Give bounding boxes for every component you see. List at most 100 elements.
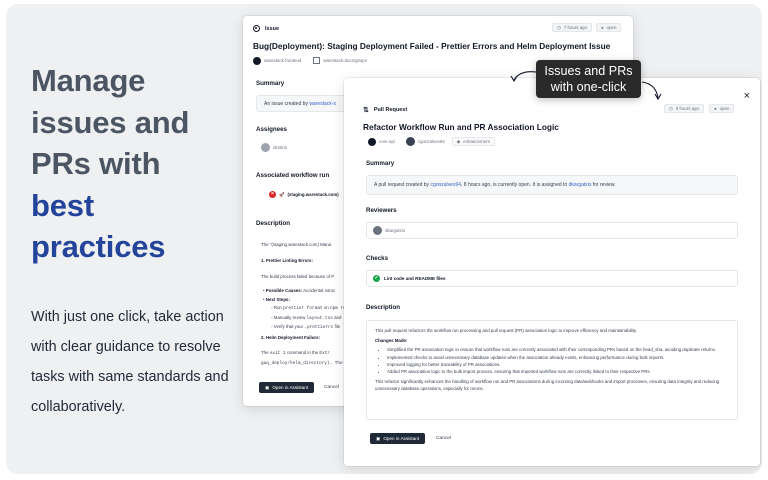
check-row[interactable]: ✓ Lint code and README files <box>366 270 738 287</box>
time-badge: ◷ 9 hours ago <box>664 104 705 113</box>
pr-header: ⇅ Pull Request <box>363 106 407 114</box>
label-name: enhancement <box>463 139 490 144</box>
clock-icon: ◷ <box>669 105 673 111</box>
description-outro: This refactor significantly enhances the… <box>375 379 720 392</box>
status-badge-label: open <box>719 106 730 111</box>
hero-line-accent: practices <box>31 229 166 264</box>
summary-user-link[interactable]: warestack-s <box>309 101 336 107</box>
list-item-text: Run <box>273 305 282 310</box>
workflow-run-item[interactable]: × 🚀 (staging.warestack.com) <box>269 191 339 198</box>
list-item: Added PR association logic to the bulk i… <box>387 368 729 375</box>
open-in-assistant-button[interactable]: ▣ Open in Assistant <box>370 433 426 444</box>
issue-desc-p2-text: The <box>261 350 269 355</box>
org-chip[interactable]: warestack-docs/gitops <box>313 56 367 65</box>
issue-desc-p1: The build process failed because of P <box>261 274 335 279</box>
workflow-run-label: (staging.warestack.com) <box>287 192 339 197</box>
time-badge-label: 9 hours ago <box>675 106 700 111</box>
check-name: Lint code and README files <box>384 276 446 281</box>
feature-callout: Issues and PRs with one-click <box>536 60 641 98</box>
github-icon <box>368 137 376 146</box>
list-item-text: file <box>334 324 341 329</box>
avatar <box>373 226 382 235</box>
reviewer-row: dkargatzis <box>366 222 738 239</box>
list-item: • Possible Causes: Accidental introc <box>263 288 336 293</box>
code-span: .prettierrc <box>304 325 334 330</box>
summary-author-link[interactable]: cgonzalves94 <box>430 182 461 188</box>
list-item: Implemented checks to avoid unnecessary … <box>387 354 729 361</box>
code-span: Extr <box>319 351 330 356</box>
code-span: layout.tsx <box>306 315 333 321</box>
issue-icon <box>253 25 260 32</box>
summary-heading: Summary <box>366 160 395 167</box>
hero-heading: Manage issues and PRs with best practice… <box>31 60 261 268</box>
close-icon[interactable]: × <box>744 90 750 102</box>
cancel-button[interactable]: Cancel <box>436 436 451 441</box>
rocket-icon: 🚀 <box>279 191 285 197</box>
author-chip[interactable]: cgonzalves94 <box>402 137 449 146</box>
issue-desc-h2-text: 2. Helm Deployment Failure: <box>261 335 321 340</box>
avatar <box>261 143 270 152</box>
description-intro: This pull request refactors the workflow… <box>375 328 637 333</box>
callout-line: with one-click <box>550 80 627 94</box>
list-item: ◦ Run prettier format on npm run <box>271 305 349 311</box>
reviewer-name[interactable]: dkargatzis <box>385 228 405 233</box>
list-item: ◦ Manually review layout.tsx and <box>271 314 342 321</box>
issue-title: Bug(Deployment): Staging Deployment Fail… <box>253 41 611 51</box>
description-heading: Description <box>256 220 291 227</box>
summary-assignee-link[interactable]: dkargatzis <box>569 182 592 188</box>
repo-chip[interactable]: core-api <box>364 137 399 146</box>
description-box: This pull request refactors the workflow… <box>366 320 738 420</box>
assignee-chip[interactable]: dimitris <box>261 143 287 152</box>
open-in-assistant-label: Open in Assistant <box>383 436 420 441</box>
callout-line: Issues and PRs <box>544 64 633 78</box>
issue-desc-intro: The "(staging.warestack.com) Mana <box>261 242 332 247</box>
time-badge-label: 7 hours ago <box>563 25 588 30</box>
avatar <box>405 137 415 146</box>
hero-subtitle: With just one click, take action with cl… <box>31 309 229 415</box>
repo-chip[interactable]: warestack-frontend <box>253 56 301 65</box>
open-in-assistant-button[interactable]: ▣ Open in Assistant <box>259 382 315 393</box>
issue-desc-p2-text: command in the <box>286 350 319 355</box>
org-name: warestack-docs/gitops <box>323 58 367 63</box>
issue-header: Issue <box>253 25 279 32</box>
check-circle-icon: ✓ <box>373 275 380 282</box>
hero-line-accent: best <box>31 187 94 223</box>
reviewers-heading: Reviewers <box>366 207 397 214</box>
hero-line: PRs with <box>31 146 161 181</box>
pr-type-label: Pull Request <box>373 107 408 113</box>
list-item-text: on <box>323 305 329 310</box>
assistant-icon: ▣ <box>265 384 270 390</box>
description-heading: Description <box>366 304 401 311</box>
repo-name: core-api <box>379 139 395 144</box>
list-item-text: Manually review <box>273 314 306 320</box>
cancel-button[interactable]: Cancel <box>324 385 339 390</box>
issue-desc-h1: 1. Prettier Linting Errors: <box>261 257 313 266</box>
list-item-text: Accidental introc <box>303 288 336 293</box>
package-icon <box>313 57 321 64</box>
issue-meta: warestack-frontend warestack-docs/gitops <box>253 56 367 65</box>
pull-request-icon: ⇅ <box>363 107 369 114</box>
issue-desc-h2: 2. Helm Deployment Failure: <box>261 334 320 343</box>
time-badge: ◷ 7 hours ago <box>552 23 593 32</box>
summary-text: , 8 hours ago, is currently open. It is … <box>461 182 568 188</box>
label-chip[interactable]: ◆ enhancement <box>451 137 495 146</box>
pr-meta: core-api cgonzalves94 ◆ enhancement <box>364 137 495 146</box>
code-span: exit 1 <box>269 351 286 356</box>
open-in-assistant-label: Open in Assistant <box>272 385 309 390</box>
author-name: cgonzalves94 <box>417 139 445 144</box>
issue-type-label: Issue <box>265 25 280 32</box>
summary-text: An issue created by <box>264 100 308 107</box>
pr-title: Refactor Workflow Run and PR Association… <box>363 122 559 132</box>
pull-request-card: ⇅ Pull Request ◷ 9 hours ago ● open × Re… <box>344 78 760 466</box>
app-frame: Manage issues and PRs with best practice… <box>6 4 762 474</box>
status-dot-icon: ● <box>714 106 717 111</box>
clock-icon: ◷ <box>557 24 561 30</box>
status-dot-icon: ● <box>601 25 604 30</box>
issue-desc-h1-text: 1. Prettier Linting Errors: <box>261 258 313 263</box>
list-item-text: and <box>334 314 342 320</box>
list-item-label: Possible Causes: <box>265 288 303 293</box>
github-icon <box>253 56 261 65</box>
error-icon: × <box>269 191 276 198</box>
assignee-name: dimitris <box>273 145 287 150</box>
list-item-label: Next Steps: <box>265 296 290 302</box>
